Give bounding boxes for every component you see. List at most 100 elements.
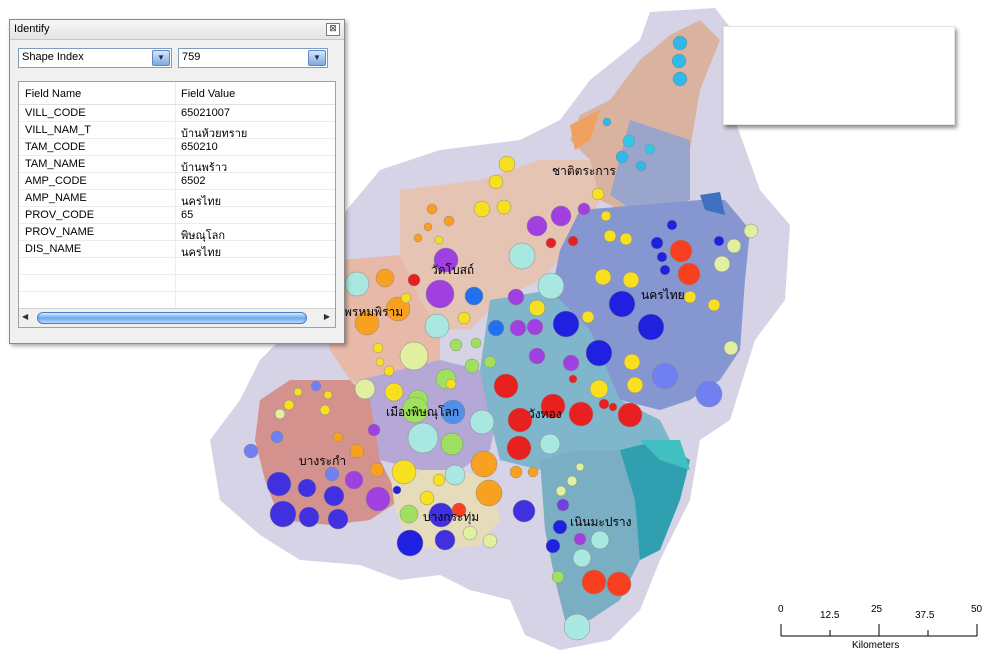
village-point[interactable] — [695, 380, 723, 408]
village-point[interactable] — [723, 340, 739, 356]
village-point[interactable] — [713, 255, 731, 273]
village-point[interactable] — [462, 525, 478, 541]
village-point[interactable] — [344, 470, 364, 490]
village-point[interactable] — [581, 569, 607, 595]
header-field-name[interactable]: Field Name — [25, 88, 81, 100]
village-point[interactable] — [623, 353, 641, 371]
village-point[interactable] — [545, 538, 561, 554]
village-point[interactable] — [672, 35, 688, 51]
village-point[interactable] — [567, 235, 579, 247]
village-point[interactable] — [270, 430, 284, 444]
village-point[interactable] — [528, 299, 546, 317]
village-point[interactable] — [274, 408, 286, 420]
village-point[interactable] — [383, 365, 395, 377]
close-icon[interactable]: ⊠ — [326, 23, 340, 36]
village-point[interactable] — [323, 485, 345, 507]
village-point[interactable] — [677, 262, 701, 286]
village-point[interactable] — [509, 465, 523, 479]
village-point[interactable] — [637, 313, 665, 341]
village-point[interactable] — [375, 268, 395, 288]
village-point[interactable] — [644, 143, 656, 155]
village-point[interactable] — [413, 233, 423, 243]
village-point[interactable] — [575, 462, 585, 472]
village-point[interactable] — [319, 404, 331, 416]
village-point[interactable] — [568, 401, 594, 427]
village-point[interactable] — [434, 235, 444, 245]
village-point[interactable] — [671, 53, 687, 69]
village-point[interactable] — [323, 390, 333, 400]
village-point[interactable] — [672, 71, 688, 87]
village-point[interactable] — [293, 387, 303, 397]
village-point[interactable] — [369, 462, 385, 478]
village-point[interactable] — [391, 459, 417, 485]
feature-dropdown[interactable]: 759 ▼ — [178, 48, 328, 68]
village-point[interactable] — [344, 271, 370, 297]
village-point[interactable] — [509, 319, 527, 337]
village-point[interactable] — [602, 117, 612, 127]
village-point[interactable] — [562, 354, 580, 372]
village-point[interactable] — [475, 479, 503, 507]
village-point[interactable] — [407, 273, 421, 287]
village-point[interactable] — [354, 378, 376, 400]
village-point[interactable] — [683, 290, 697, 304]
village-point[interactable] — [512, 499, 536, 523]
village-point[interactable] — [635, 160, 647, 172]
village-point[interactable] — [591, 187, 605, 201]
village-point[interactable] — [243, 443, 259, 459]
table-row[interactable]: DIS_NAME นครไทย — [19, 240, 335, 259]
village-point[interactable] — [365, 486, 391, 512]
village-point[interactable] — [550, 205, 572, 227]
village-point[interactable] — [590, 530, 610, 550]
village-point[interactable] — [589, 379, 609, 399]
village-point[interactable] — [269, 500, 297, 528]
identify-window[interactable]: Identify ⊠ Shape Index ▼ 759 ▼ Field Nam… — [9, 19, 345, 344]
village-point[interactable] — [457, 311, 471, 325]
table-row[interactable]: AMP_NAME นครไทย — [19, 189, 335, 208]
village-point[interactable] — [464, 358, 480, 374]
village-point[interactable] — [470, 337, 482, 349]
table-row[interactable]: TAM_NAME บ้านพร้าว — [19, 155, 335, 174]
village-point[interactable] — [594, 268, 612, 286]
village-point[interactable] — [434, 529, 456, 551]
village-point[interactable] — [297, 478, 317, 498]
village-point[interactable] — [555, 485, 567, 497]
village-point[interactable] — [396, 529, 424, 557]
village-point[interactable] — [498, 155, 516, 173]
village-point[interactable] — [423, 222, 433, 232]
village-point[interactable] — [743, 223, 759, 239]
table-row[interactable]: VILL_CODE 65021007 — [19, 104, 335, 122]
village-point[interactable] — [526, 318, 544, 336]
village-point[interactable] — [556, 498, 570, 512]
village-point[interactable] — [713, 235, 725, 247]
village-point[interactable] — [464, 286, 484, 306]
table-row[interactable]: PROV_CODE 65 — [19, 206, 335, 224]
village-point[interactable] — [507, 288, 525, 306]
village-point[interactable] — [469, 409, 495, 435]
village-point[interactable] — [324, 466, 340, 482]
village-point[interactable] — [608, 402, 618, 412]
table-row[interactable]: PROV_NAME พิษณุโลก — [19, 223, 335, 242]
village-point[interactable] — [425, 279, 455, 309]
village-point[interactable] — [539, 433, 561, 455]
village-point[interactable] — [622, 134, 636, 148]
village-point[interactable] — [545, 237, 557, 249]
attribute-grid[interactable]: Field Name Field Value VILL_CODE 65021007… — [18, 81, 336, 328]
village-point[interactable] — [726, 238, 742, 254]
village-point[interactable] — [527, 466, 539, 478]
village-point[interactable] — [626, 376, 644, 394]
village-point[interactable] — [487, 319, 505, 337]
table-row[interactable] — [19, 257, 335, 275]
village-point[interactable] — [622, 271, 640, 289]
village-point[interactable] — [473, 200, 491, 218]
table-row[interactable] — [19, 274, 335, 292]
village-point[interactable] — [650, 236, 664, 250]
village-point[interactable] — [392, 485, 402, 495]
layer-dropdown[interactable]: Shape Index ▼ — [18, 48, 172, 68]
village-point[interactable] — [407, 422, 439, 454]
village-point[interactable] — [424, 313, 450, 339]
village-point[interactable] — [606, 571, 632, 597]
village-point[interactable] — [528, 347, 546, 365]
village-point[interactable] — [563, 613, 591, 641]
village-point[interactable] — [566, 475, 578, 487]
village-point[interactable] — [419, 490, 435, 506]
